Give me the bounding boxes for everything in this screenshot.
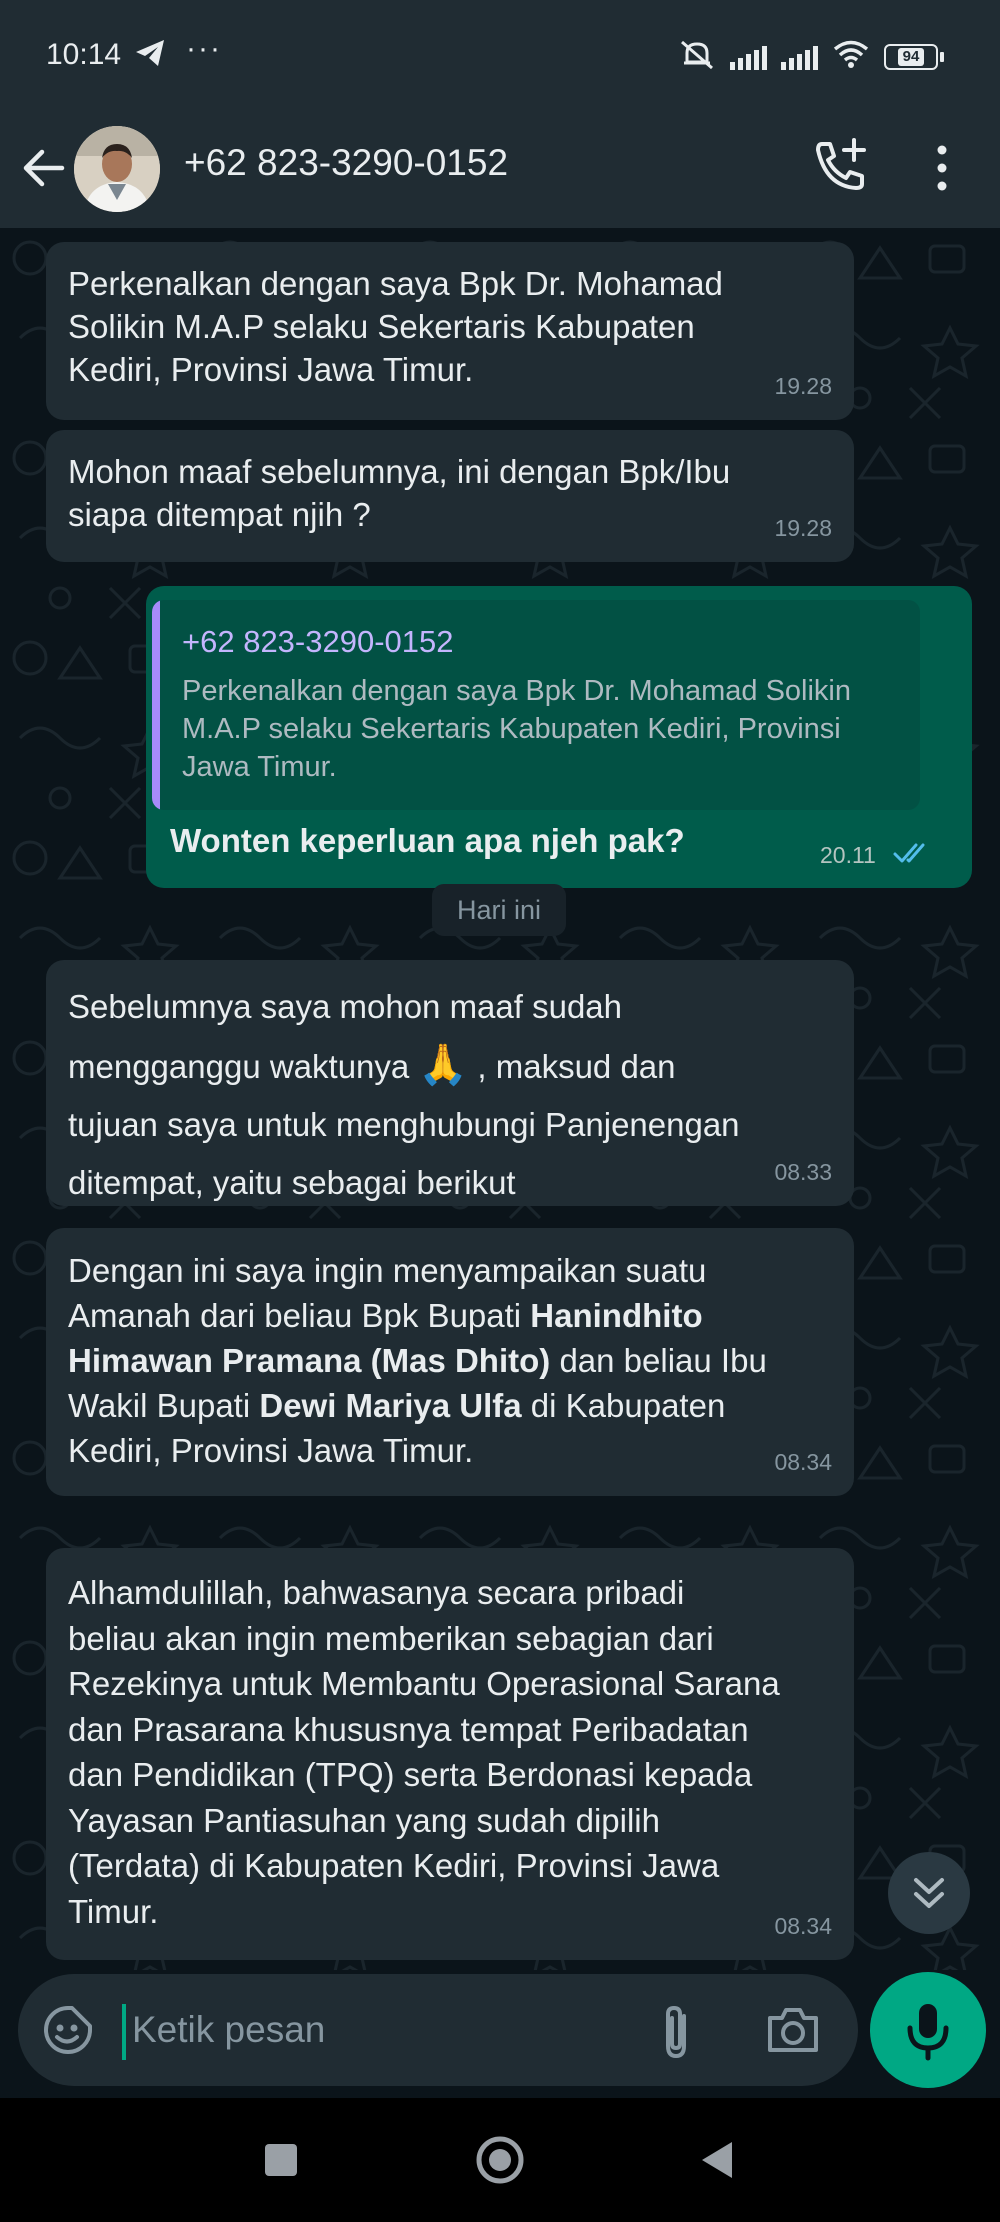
message-text: Alhamdulillah, bahwasanya secara pribadi… (68, 1574, 780, 1930)
message-composer (18, 1974, 858, 2086)
incoming-message[interactable]: Perkenalkan dengan saya Bpk Dr. Mohamad … (46, 242, 854, 420)
status-time: 10:14 (46, 38, 122, 71)
chat-header: +62 823-3290-0152 (0, 112, 1000, 228)
paperclip-icon[interactable] (656, 2002, 696, 2067)
read-ticks-icon (892, 840, 932, 871)
nav-back-button[interactable] (698, 2140, 734, 2185)
system-nav-bar (0, 2098, 1000, 2222)
scroll-down-button[interactable] (888, 1852, 970, 1934)
mute-icon (678, 38, 716, 75)
chat-area[interactable]: Perkenalkan dengan saya Bpk Dr. Mohamad … (0, 228, 1000, 1970)
message-text: Sebelumnya saya mohon maaf sudah menggan… (68, 988, 740, 1201)
back-arrow-icon[interactable] (20, 140, 68, 201)
message-text: Perkenalkan dengan saya Bpk Dr. Mohamad … (68, 265, 723, 388)
status-bar: 10:14 ··· 94 (0, 0, 1000, 112)
pray-emoji: 🙏 (418, 1043, 469, 1087)
battery-level: 94 (897, 47, 925, 66)
message-time: 08.34 (774, 1449, 832, 1475)
message-time: 08.34 (774, 1913, 832, 1939)
incoming-message[interactable]: Mohon maaf sebelumnya, ini dengan Bpk/Ib… (46, 430, 854, 562)
message-text: Wonten keperluan apa njeh pak? (170, 822, 685, 859)
incoming-message[interactable]: Alhamdulillah, bahwasanya secara pribadi… (46, 1548, 854, 1960)
microphone-icon (907, 2004, 949, 2061)
quoted-message[interactable]: +62 823-3290-0152 Perkenalkan dengan say… (152, 600, 920, 810)
incoming-message[interactable]: Dengan ini saya ingin menyampaikan suatu… (46, 1228, 854, 1496)
microphone-button[interactable] (870, 1972, 986, 2088)
message-time: 08.33 (774, 1159, 832, 1185)
more-notifications-icon: ··· (186, 32, 222, 65)
contact-avatar[interactable] (74, 126, 160, 212)
call-add-icon[interactable] (808, 134, 872, 203)
kebab-menu-icon[interactable] (922, 138, 962, 203)
quote-sender: +62 823-3290-0152 (182, 624, 454, 659)
message-time: 20.11 (820, 842, 876, 868)
date-separator: Hari ini (432, 884, 566, 936)
wifi-icon (832, 39, 870, 74)
message-input[interactable] (132, 2000, 532, 2060)
recent-apps-button[interactable] (265, 2144, 297, 2176)
emoji-icon[interactable] (40, 2002, 96, 2063)
quote-bar (152, 600, 160, 810)
status-icons: 94 (678, 38, 944, 75)
message-time: 19.28 (774, 373, 832, 399)
message-text: Dengan ini saya ingin menyampaikan suatu… (68, 1252, 767, 1469)
message-text: Mohon maaf sebelumnya, ini dengan Bpk/Ib… (68, 453, 731, 533)
quote-text: Perkenalkan dengan saya Bpk Dr. Mohamad … (182, 675, 851, 783)
signal-icon (730, 44, 767, 70)
camera-icon[interactable] (764, 2004, 822, 2061)
home-button[interactable] (474, 2134, 526, 2191)
signal-icon-2 (781, 44, 818, 70)
double-chevron-down-icon (914, 1878, 944, 1908)
battery-icon: 94 (884, 43, 944, 70)
telegram-icon (134, 38, 166, 73)
message-time: 19.28 (774, 515, 832, 541)
incoming-message[interactable]: Sebelumnya saya mohon maaf sudah menggan… (46, 960, 854, 1206)
contact-name[interactable]: +62 823-3290-0152 (184, 142, 508, 184)
bold-name: Dewi Mariya Ulfa (259, 1387, 522, 1424)
text-cursor (122, 2004, 126, 2060)
